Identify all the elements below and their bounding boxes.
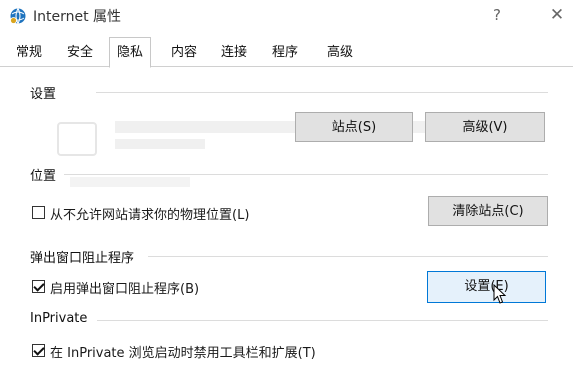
internet-options-icon	[10, 8, 26, 24]
tab-strip: 常规 安全 隐私 内容 连接 程序 高级	[0, 37, 573, 68]
popup-blocker-group-divider	[148, 256, 548, 257]
close-button[interactable]: ✕	[545, 4, 569, 26]
disable-toolbars-inprivate-option[interactable]: 在 InPrivate 浏览启动时禁用工具栏和扩展(T)	[32, 343, 432, 361]
tab-content[interactable]: 内容	[164, 40, 204, 65]
sites-button[interactable]: 站点(S)	[295, 112, 413, 142]
faded-shield-icon	[57, 122, 97, 156]
disable-toolbars-inprivate-label: 在 InPrivate 浏览启动时禁用工具栏和扩展(T)	[50, 346, 316, 361]
settings-group-label: 设置	[30, 83, 61, 102]
tab-privacy[interactable]: 隐私	[109, 37, 152, 68]
mouse-cursor-icon	[493, 284, 507, 304]
settings-group-divider	[96, 92, 548, 93]
tab-advanced[interactable]: 高级	[320, 40, 360, 65]
faded-text-line	[70, 177, 190, 187]
disable-toolbars-inprivate-checkbox[interactable]	[32, 344, 45, 357]
location-group-divider	[64, 174, 548, 175]
inprivate-group-divider	[97, 320, 548, 321]
enable-popup-blocker-label: 启用弹出窗口阻止程序(B)	[50, 282, 200, 297]
never-allow-location-checkbox[interactable]	[32, 206, 45, 219]
inprivate-group-label: InPrivate	[30, 311, 92, 326]
never-allow-location-option[interactable]: 从不允许网站请求你的物理位置(L)	[32, 205, 332, 223]
tab-security[interactable]: 安全	[60, 40, 100, 65]
tab-programs[interactable]: 程序	[265, 40, 305, 65]
popup-settings-button[interactable]: 设置(E)	[427, 271, 546, 303]
advanced-button[interactable]: 高级(V)	[425, 112, 545, 142]
location-group-label: 位置	[30, 165, 61, 184]
popup-blocker-group-label: 弹出窗口阻止程序	[30, 247, 139, 266]
faded-text-line	[115, 139, 205, 149]
help-button[interactable]: ?	[485, 4, 509, 26]
never-allow-location-label: 从不允许网站请求你的物理位置(L)	[50, 208, 250, 223]
clear-sites-button[interactable]: 清除站点(C)	[428, 196, 548, 226]
window-title: Internet 属性	[33, 9, 122, 25]
tab-general[interactable]: 常规	[9, 40, 49, 65]
title-bar: Internet 属性 ? ✕	[0, 0, 573, 32]
tab-connections[interactable]: 连接	[214, 40, 254, 65]
enable-popup-blocker-option[interactable]: 启用弹出窗口阻止程序(B)	[32, 279, 292, 297]
enable-popup-blocker-checkbox[interactable]	[32, 280, 45, 293]
